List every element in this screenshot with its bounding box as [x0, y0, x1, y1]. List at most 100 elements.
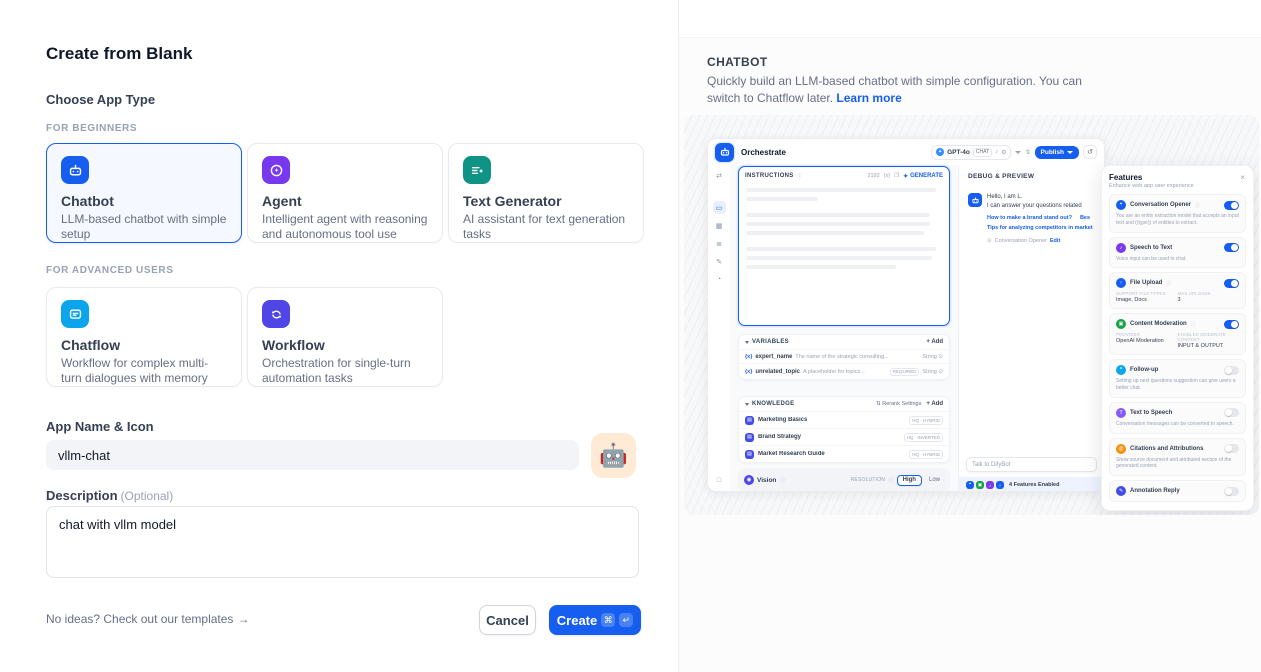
knowledge-label: KNOWLEDGE [752, 401, 794, 407]
speech-to-text-icon: ♪ [1116, 243, 1126, 253]
vision-icon: ◉ [744, 475, 754, 485]
follow-up-icon: ❞ [1116, 365, 1126, 375]
toggle-on [1224, 320, 1239, 329]
card-desc: AI assistant for text generation tasks [463, 212, 629, 241]
description-textarea[interactable]: chat with vllm model [46, 506, 639, 578]
cmd-key-icon: ⌘ [601, 613, 615, 627]
add-knowledge-button: + Add [926, 401, 943, 407]
robot-emoji: 🤖 [599, 442, 628, 469]
chevron-down-icon [1015, 151, 1021, 154]
knowledge-row: ▤ Marketing Basics HQ · HYBRID [739, 411, 949, 428]
feature-name: File Upload [1130, 280, 1162, 286]
model-name: GPT-4o [947, 149, 970, 156]
meta-label: SUPPORT FILE TYPES [1116, 291, 1178, 296]
notes-icon: ✎ [713, 255, 726, 268]
feature-name: Conversation Opener [1130, 202, 1191, 208]
info-icon: ⓘ [1166, 280, 1171, 287]
app-name-input[interactable] [46, 440, 579, 470]
window-sidebar: ⇄ ▭ ▦ ≣ ✎ ◔ □ [708, 165, 730, 492]
knowledge-card: KNOWLEDGE ⇅ Rerank Settings + Add ▤ Mark… [738, 396, 950, 463]
swap-icon: ⇄ [713, 169, 726, 182]
stop-icon: □ [713, 474, 726, 487]
dataset-tag: HQ · INVERTED [904, 433, 943, 442]
preview-pane: CHATBOT Quickly build an LLM-based chatb… [678, 0, 1261, 672]
annotation-reply-icon: ✎ [1116, 486, 1126, 496]
toggle-off [1224, 408, 1239, 417]
variables-label: VARIABLES [752, 339, 789, 345]
mic-icon: ♪ [995, 149, 998, 155]
variable-row: {x} unrelated_topic A placeholder for to… [739, 363, 949, 379]
eye-icon: ⊙ [938, 354, 943, 360]
features-enabled-text: 4 Features Enabled [1009, 482, 1059, 488]
suggestion-link: Tips for analyzing competitors in market [987, 225, 1093, 231]
add-variable-button: + Add [926, 339, 943, 345]
feature-desc: Voice input can be used in chat. [1116, 256, 1239, 263]
feature-name: Citations and Attributions [1130, 446, 1203, 452]
bot-avatar-icon [968, 193, 982, 207]
skeleton-line [746, 213, 930, 217]
skeleton-line [746, 247, 936, 251]
variable-token-icon: {x} [745, 354, 752, 360]
card-title: Text Generator [463, 193, 629, 209]
chat-mode-badge: CHAT [973, 148, 992, 157]
meta-value: INPUT & OUTPUT [1178, 343, 1240, 349]
chevron-down-icon [1067, 151, 1073, 154]
skeleton-line [746, 256, 932, 260]
chatflow-icon [61, 300, 89, 328]
app-type-card-workflow[interactable]: Workflow Orchestration for single-turn a… [247, 287, 443, 387]
moderation-mini-icon: ▣ [976, 481, 984, 489]
conversation-opener-line: ⊙ Conversation Opener Edit [987, 238, 1093, 244]
app-icon-picker[interactable]: 🤖 [591, 433, 636, 478]
card-desc: Workflow for complex multi-turn dialogue… [61, 356, 227, 385]
chatbot-robot-icon [61, 156, 89, 184]
edit-link: Edit [1050, 238, 1060, 244]
skeleton-line [746, 197, 818, 201]
feature-desc: You are an entity extraction model that … [1116, 213, 1239, 227]
templates-link[interactable]: No ideas? Check out our templates→ [46, 612, 249, 626]
model-selector: ✦ GPT-4o CHAT ♪ ⚙ [931, 145, 1011, 160]
variable-desc: A placeholder for topics... [803, 369, 887, 375]
token-count: 2192 [867, 173, 879, 179]
card-desc: LLM-based chatbot with simple setup [61, 212, 227, 241]
orchestrate-window: Orchestrate ✦ GPT-4o CHAT ♪ ⚙ ⇅ Publish … [707, 138, 1105, 492]
card-title: Chatbot [61, 193, 227, 209]
create-app-modal: Create from Blank Choose App Type FOR BE… [0, 0, 678, 672]
conversation-opener-icon: ❝ [1116, 200, 1126, 210]
speech-mini-icon: ♪ [986, 481, 994, 489]
orchestrate-main-column: INSTRUCTIONS ⓘ 2192 {x} ❐ ✦ GENERATE [730, 165, 958, 492]
feature-desc: Setting up next questions suggestion can… [1116, 378, 1239, 392]
app-type-card-chatbot[interactable]: Chatbot LLM-based chatbot with simple se… [46, 143, 242, 243]
feature-text-to-speech: T Text to Speech Conversation messages c… [1109, 402, 1246, 434]
variable-name: unrelated_topic [755, 369, 800, 375]
dataset-icon: ▤ [745, 433, 754, 442]
docs-icon: ≣ [713, 237, 726, 250]
meta-value: OpenAI Moderation [1116, 338, 1178, 344]
feature-name: Text to Speech [1130, 410, 1172, 416]
workflow-icon [262, 300, 290, 328]
features-enabled-bar: ❝ ▣ ♪ ↑ 4 Features Enabled [959, 477, 1104, 492]
app-type-card-text-generator[interactable]: Text Generator AI assistant for text gen… [448, 143, 644, 243]
image-icon: ▦ [713, 219, 726, 232]
section-for-beginners: FOR BEGINNERS [46, 123, 137, 134]
variable-name: expert_name [755, 354, 792, 360]
optional-label: (Optional) [121, 489, 174, 503]
card-title: Chatflow [61, 337, 227, 353]
create-button[interactable]: Create ⌘ ↵ [549, 605, 641, 635]
card-desc: Orchestration for single-turn automation… [262, 356, 428, 385]
app-type-card-chatflow[interactable]: Chatflow Workflow for complex multi-turn… [46, 287, 242, 387]
greeting-line: I can answer your questions related [987, 202, 1093, 211]
eye-icon: ⊙ [938, 369, 943, 375]
cancel-button[interactable]: Cancel [479, 605, 536, 635]
feature-name: Speech to Text [1130, 245, 1172, 251]
learn-more-link[interactable]: Learn more [836, 91, 901, 105]
window-header: Orchestrate ✦ GPT-4o CHAT ♪ ⚙ ⇅ Publish … [708, 139, 1104, 165]
publish-button: Publish [1035, 146, 1079, 159]
history-icon: ↺ [1083, 145, 1097, 159]
agent-icon [262, 156, 290, 184]
dataset-icon: ▤ [745, 416, 754, 425]
app-avatar-robot-icon [715, 143, 734, 162]
globe-icon: ◔ [713, 273, 726, 286]
features-panel: Features Enhance web app user experience… [1101, 165, 1254, 511]
toggle-on [1224, 279, 1239, 288]
app-type-card-agent[interactable]: Agent Intelligent agent with reasoning a… [247, 143, 443, 243]
